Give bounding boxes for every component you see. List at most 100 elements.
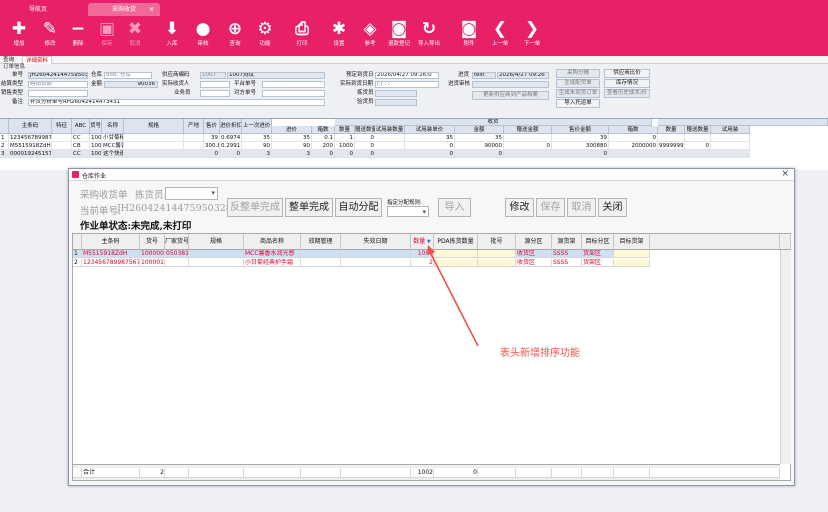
table-cell[interactable] (711, 134, 750, 142)
generate-unfinished-button[interactable]: 生成未到货订单 (556, 89, 600, 98)
warehouse-field[interactable]: 888, 仓库 (104, 72, 152, 79)
column-header[interactable]: 试用装数量 (375, 126, 405, 134)
table-cell[interactable]: SSSS (552, 259, 582, 267)
table-cell[interactable]: 0 (504, 142, 552, 150)
column-header[interactable]: 名称 (102, 119, 124, 134)
sales-type-select[interactable] (28, 90, 88, 97)
table-cell[interactable] (124, 134, 184, 142)
table-cell[interactable] (658, 134, 685, 142)
reverse-complete-button[interactable]: 反整单完成 (227, 198, 283, 217)
table-cell[interactable]: M5515918ZdH (82, 250, 140, 258)
table-cell[interactable]: 货架区 (582, 250, 614, 258)
table-cell[interactable]: 9999999 (658, 142, 685, 150)
column-header[interactable]: 数量 (658, 126, 685, 134)
supplier-name-field[interactable]: 1007测试 (227, 72, 325, 79)
column-header[interactable]: 售价 (204, 119, 220, 134)
picker-field[interactable] (375, 90, 417, 97)
table-cell[interactable]: 0 (405, 142, 455, 150)
table-cell[interactable]: 35 (272, 134, 312, 142)
stock-check-button[interactable]: 库存情况 (604, 79, 650, 88)
table-cell[interactable]: 1000 (411, 250, 434, 258)
external-no-field[interactable] (262, 90, 325, 97)
table-cell[interactable]: 300.88 (204, 142, 220, 150)
toolbar-button-zoom[interactable]: ⊕ 查询 (222, 18, 248, 54)
table-cell[interactable]: 90 (272, 142, 312, 150)
table-cell[interactable]: 收货区 (516, 250, 552, 258)
table-cell[interactable]: 90 (242, 142, 272, 150)
table-cell[interactable]: 0 (355, 142, 376, 150)
table-cell[interactable] (124, 150, 184, 158)
table-cell[interactable] (685, 150, 711, 158)
close-button[interactable]: 关闭 (598, 198, 627, 217)
column-header[interactable]: 规格 (189, 234, 244, 250)
table-cell[interactable] (124, 142, 184, 150)
column-header[interactable]: ABC (72, 119, 90, 134)
column-header[interactable]: 主条码 (82, 234, 140, 250)
view-history-button[interactable]: 查看历史成本/价 (604, 89, 650, 98)
table-cell[interactable] (341, 250, 411, 258)
table-cell[interactable] (184, 150, 204, 158)
tab-navigation[interactable]: 导航页 (18, 3, 58, 16)
table-cell[interactable]: 小甘菊精典护手霜（软管）75ml (102, 134, 124, 142)
column-header[interactable]: 特征 (52, 119, 72, 134)
table-cell[interactable] (434, 259, 478, 267)
table-cell[interactable]: 3 (242, 150, 272, 158)
table-cell[interactable] (614, 259, 650, 267)
assign-rule-select[interactable]: ▾ (387, 206, 429, 217)
column-header[interactable]: 进价折扣 (220, 119, 242, 134)
column-header[interactable]: 批号 (478, 234, 516, 250)
supplier-compare-button[interactable]: 供应商比价 (604, 69, 650, 78)
table-cell[interactable]: CC (72, 150, 90, 158)
table-cell[interactable]: 2000000 (609, 142, 658, 150)
table-cell[interactable]: 2 (411, 259, 434, 267)
table-cell[interactable]: 0 (220, 150, 242, 158)
column-header[interactable]: 箱数 (312, 126, 335, 134)
table-cell[interactable]: 0.2991 (220, 142, 242, 150)
receiver-field[interactable] (200, 81, 230, 88)
table-cell[interactable]: 收货区 (516, 259, 552, 267)
column-header[interactable]: 源货架 (552, 234, 582, 250)
table-cell[interactable]: 12345678998756? (9, 134, 52, 142)
column-header[interactable]: 箱数 (609, 126, 658, 134)
column-header[interactable]: 源分区 (516, 234, 552, 250)
table-cell[interactable] (478, 259, 516, 267)
table-cell[interactable]: 1000016 (140, 259, 165, 267)
table-cell[interactable] (504, 150, 552, 158)
table-cell[interactable]: 小甘菊经典护手霜 (244, 259, 301, 267)
column-header[interactable]: 金额 (455, 126, 504, 134)
picker-select[interactable]: ▾ (165, 187, 218, 200)
table-cell[interactable]: MCC馨香水润光感霜防晒乳霜Nroshi’*4 (102, 142, 124, 150)
column-header[interactable]: 试用装 (711, 126, 750, 134)
table-cell[interactable]: M5515918ZdH (9, 142, 52, 150)
table-cell[interactable]: 0 (335, 150, 355, 158)
table-cell[interactable]: 39 (204, 134, 220, 142)
platform-no-field[interactable] (262, 81, 325, 88)
column-header[interactable]: 目标分区 (582, 234, 614, 250)
column-header[interactable]: 售价金额 (552, 126, 609, 134)
table-cell[interactable]: 39 (552, 134, 609, 142)
table-cell[interactable] (685, 134, 711, 142)
toolbar-button-cancel[interactable]: ✖ 取消 (122, 18, 148, 54)
table-cell[interactable]: 0 (455, 150, 504, 158)
dialog-close-icon[interactable]: × (781, 169, 789, 179)
checker-field[interactable] (375, 99, 417, 106)
table-cell[interactable]: 1000016 (90, 134, 102, 142)
table-cell[interactable]: 05038141 (165, 250, 189, 258)
toolbar-button-user[interactable]: ● 审核 (190, 18, 216, 54)
table-cell[interactable] (375, 142, 405, 150)
table-cell[interactable] (658, 150, 685, 158)
table-cell[interactable]: 1000005 (140, 250, 165, 258)
table-cell[interactable]: MCC馨香水润光感 (244, 250, 301, 258)
plan-date-field[interactable]: 2026/04/27 09:26:0 (375, 72, 439, 79)
table-cell[interactable]: 3 (272, 150, 312, 158)
column-header[interactable]: 数量 ▼ (411, 234, 434, 250)
table-cell[interactable] (301, 250, 341, 258)
table-cell[interactable] (504, 134, 552, 142)
table-cell[interactable] (434, 250, 478, 258)
toolbar-button-report[interactable]: ◙ 退款登记 (386, 18, 412, 54)
table-cell[interactable]: 35 (242, 134, 272, 142)
table-cell[interactable]: 0 (552, 150, 609, 158)
table-cell[interactable]: 0 (685, 142, 711, 150)
table-cell[interactable] (184, 142, 204, 150)
import-button[interactable]: 导入 (438, 198, 471, 217)
